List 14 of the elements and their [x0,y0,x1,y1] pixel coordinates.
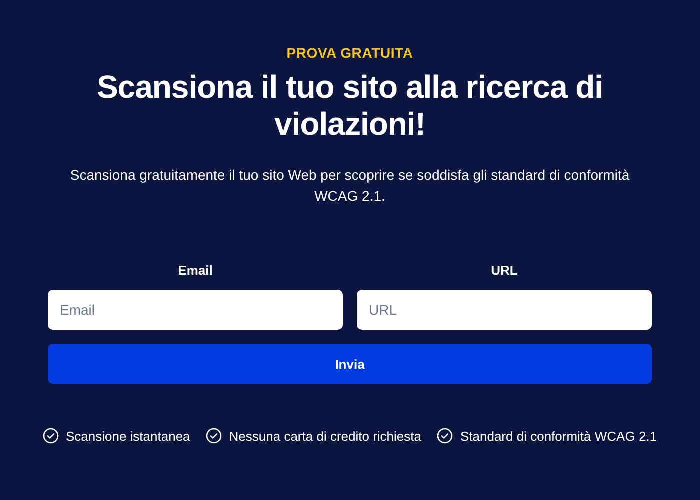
submit-button[interactable]: Invia [48,344,652,384]
check-circle-icon [42,428,59,444]
field-label: URL [491,263,518,278]
feature-text: Nessuna carta di credito richiesta [229,428,422,444]
feature-text: Scansione istantanea [66,428,190,444]
input-field[interactable]: Email [48,290,343,330]
check-circle-icon [206,428,222,444]
field-label: Email [178,263,213,278]
feature-text: Standard di conformità WCAG 2.1 [460,428,658,444]
page-heading: Scansiona il tuo sito alla ricerca di violazioni! [96,69,604,143]
description-text: Scansiona gratuitamente il tuo sito Web per scoprire se soddisfa gli standard di conformità WCAG 2.1. [69,166,631,206]
input-field[interactable]: URL [357,290,652,330]
check-circle-icon [437,428,454,444]
eyebrow-label: PROVA GRATUITA [286,45,414,61]
